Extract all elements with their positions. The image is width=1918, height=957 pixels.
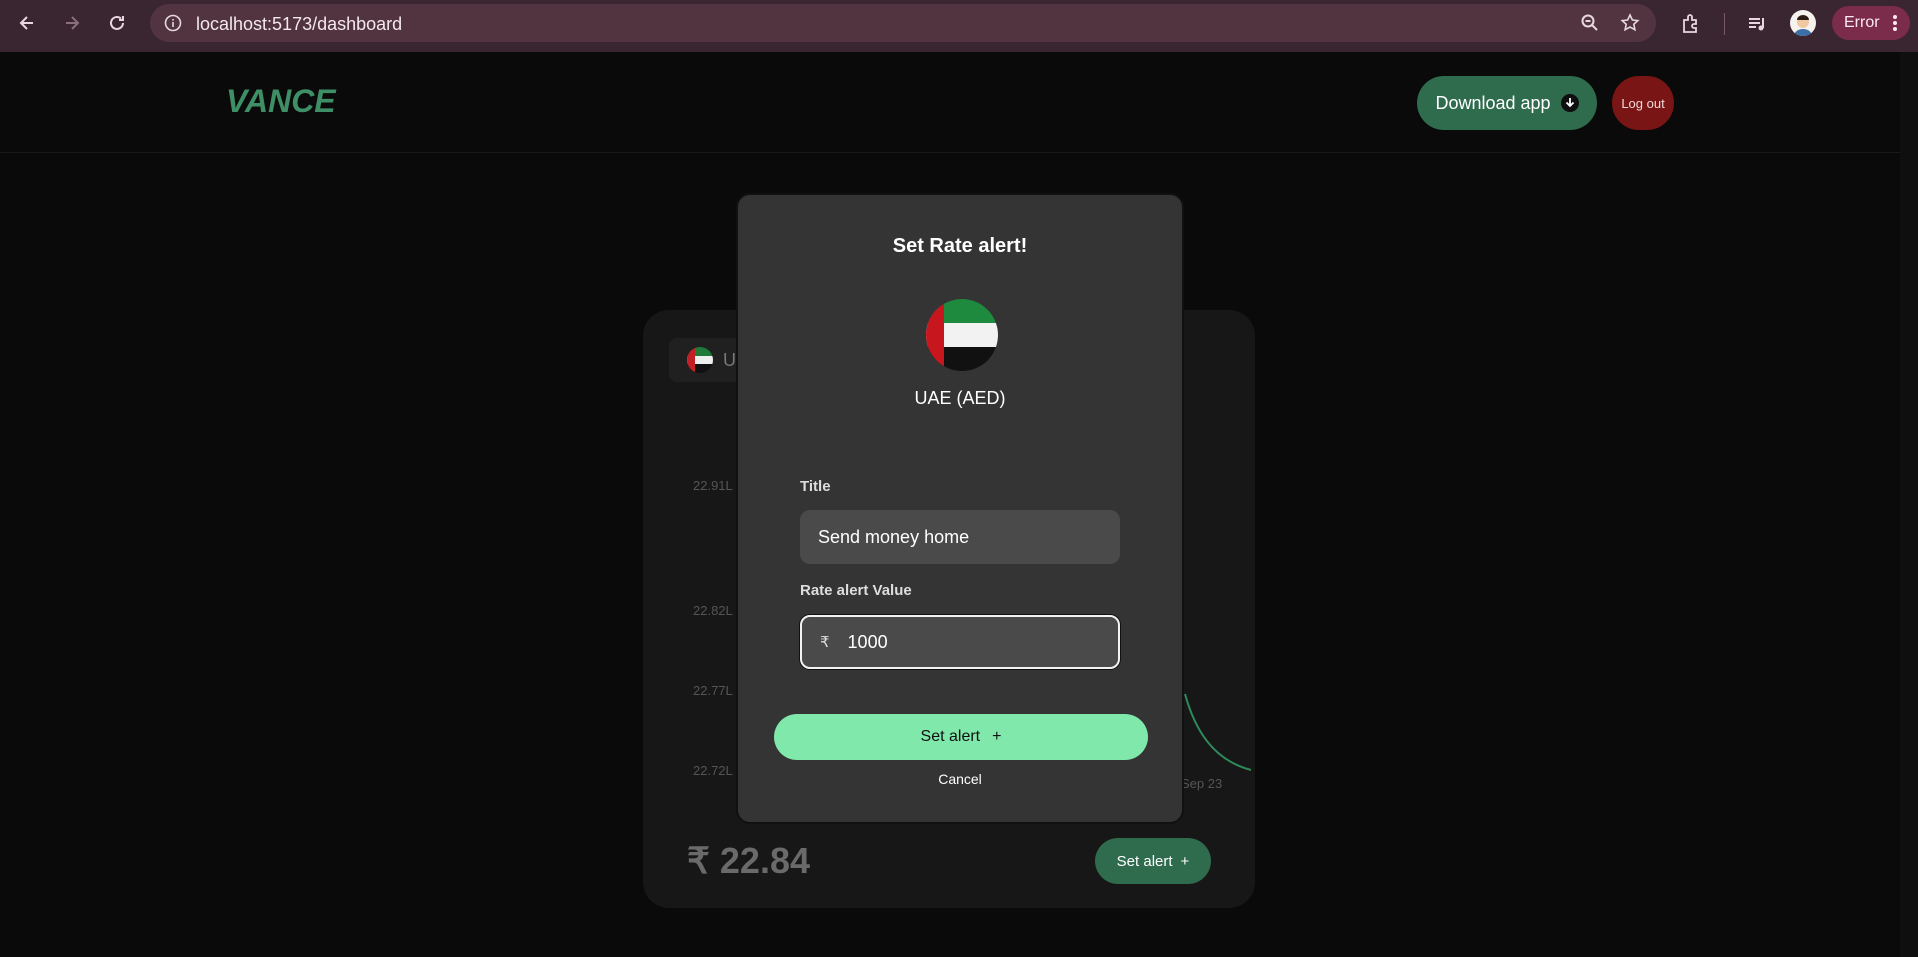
y-tick: 22.91L (693, 478, 733, 493)
uae-flag-icon (926, 299, 998, 371)
uae-flag-icon (687, 347, 713, 373)
title-field-label: Title (800, 478, 831, 495)
rate-field-label: Rate alert Value (800, 582, 912, 599)
y-tick: 22.77L (693, 683, 733, 698)
browser-toolbar: localhost:5173/dashboard Error (0, 0, 1918, 52)
plus-icon: + (1180, 852, 1190, 870)
currency-chip-label: U (723, 349, 736, 370)
plus-icon: + (992, 728, 1002, 745)
bookmark-star-icon[interactable] (1620, 13, 1640, 38)
set-alert-button[interactable]: Set alert + (774, 714, 1148, 760)
rate-line (1184, 693, 1252, 771)
profile-avatar[interactable] (1790, 10, 1816, 36)
svg-text:VANCE: VANCE (226, 84, 337, 118)
current-price: ₹ 22.84 (687, 840, 810, 881)
page-scrollbar[interactable] (1900, 52, 1918, 957)
card-set-alert-label: Set alert (1116, 852, 1173, 870)
y-tick: 22.82L (693, 603, 733, 618)
cancel-button[interactable]: Cancel (738, 771, 1182, 787)
site-info-icon[interactable] (164, 14, 182, 32)
media-control-icon[interactable] (1746, 12, 1770, 36)
modal-title: Set Rate alert! (892, 235, 1028, 257)
back-icon[interactable] (15, 11, 39, 35)
set-alert-label: Set alert (920, 728, 981, 745)
logout-button[interactable]: Log out (1612, 76, 1674, 130)
zoom-icon[interactable] (1580, 13, 1600, 38)
more-menu-icon[interactable] (1892, 14, 1898, 37)
vance-logo[interactable]: VANCE (224, 83, 350, 123)
extensions-icon[interactable] (1679, 12, 1703, 36)
url-text[interactable]: localhost:5173/dashboard (196, 14, 402, 35)
error-label: Error (1844, 14, 1880, 31)
app-header: VANCE Download app Log out (0, 52, 1900, 153)
set-rate-alert-modal: Set Rate alert! UAE (AED) Title Send mon… (736, 193, 1184, 824)
address-bar[interactable]: localhost:5173/dashboard (150, 4, 1656, 42)
x-tick: Sep 23 (1181, 776, 1223, 791)
forward-icon[interactable] (60, 11, 84, 35)
title-input[interactable]: Send money home (800, 510, 1120, 564)
rate-value-text: 1000 (847, 631, 888, 652)
profile-error-button[interactable]: Error (1832, 6, 1910, 40)
currency-label: UAE (AED) (914, 388, 1006, 408)
y-tick: 22.72L (693, 763, 733, 778)
reload-icon[interactable] (105, 11, 129, 35)
rate-value-input[interactable]: ₹ 1000 (800, 615, 1120, 669)
download-label: Download app (1435, 92, 1551, 113)
rupee-icon: ₹ (820, 634, 830, 651)
title-input-value: Send money home (818, 526, 970, 547)
download-icon (1560, 94, 1579, 112)
toolbar-divider (1724, 13, 1725, 35)
card-set-alert-button[interactable]: Set alert + (1095, 838, 1211, 884)
download-app-button[interactable]: Download app (1417, 76, 1597, 130)
